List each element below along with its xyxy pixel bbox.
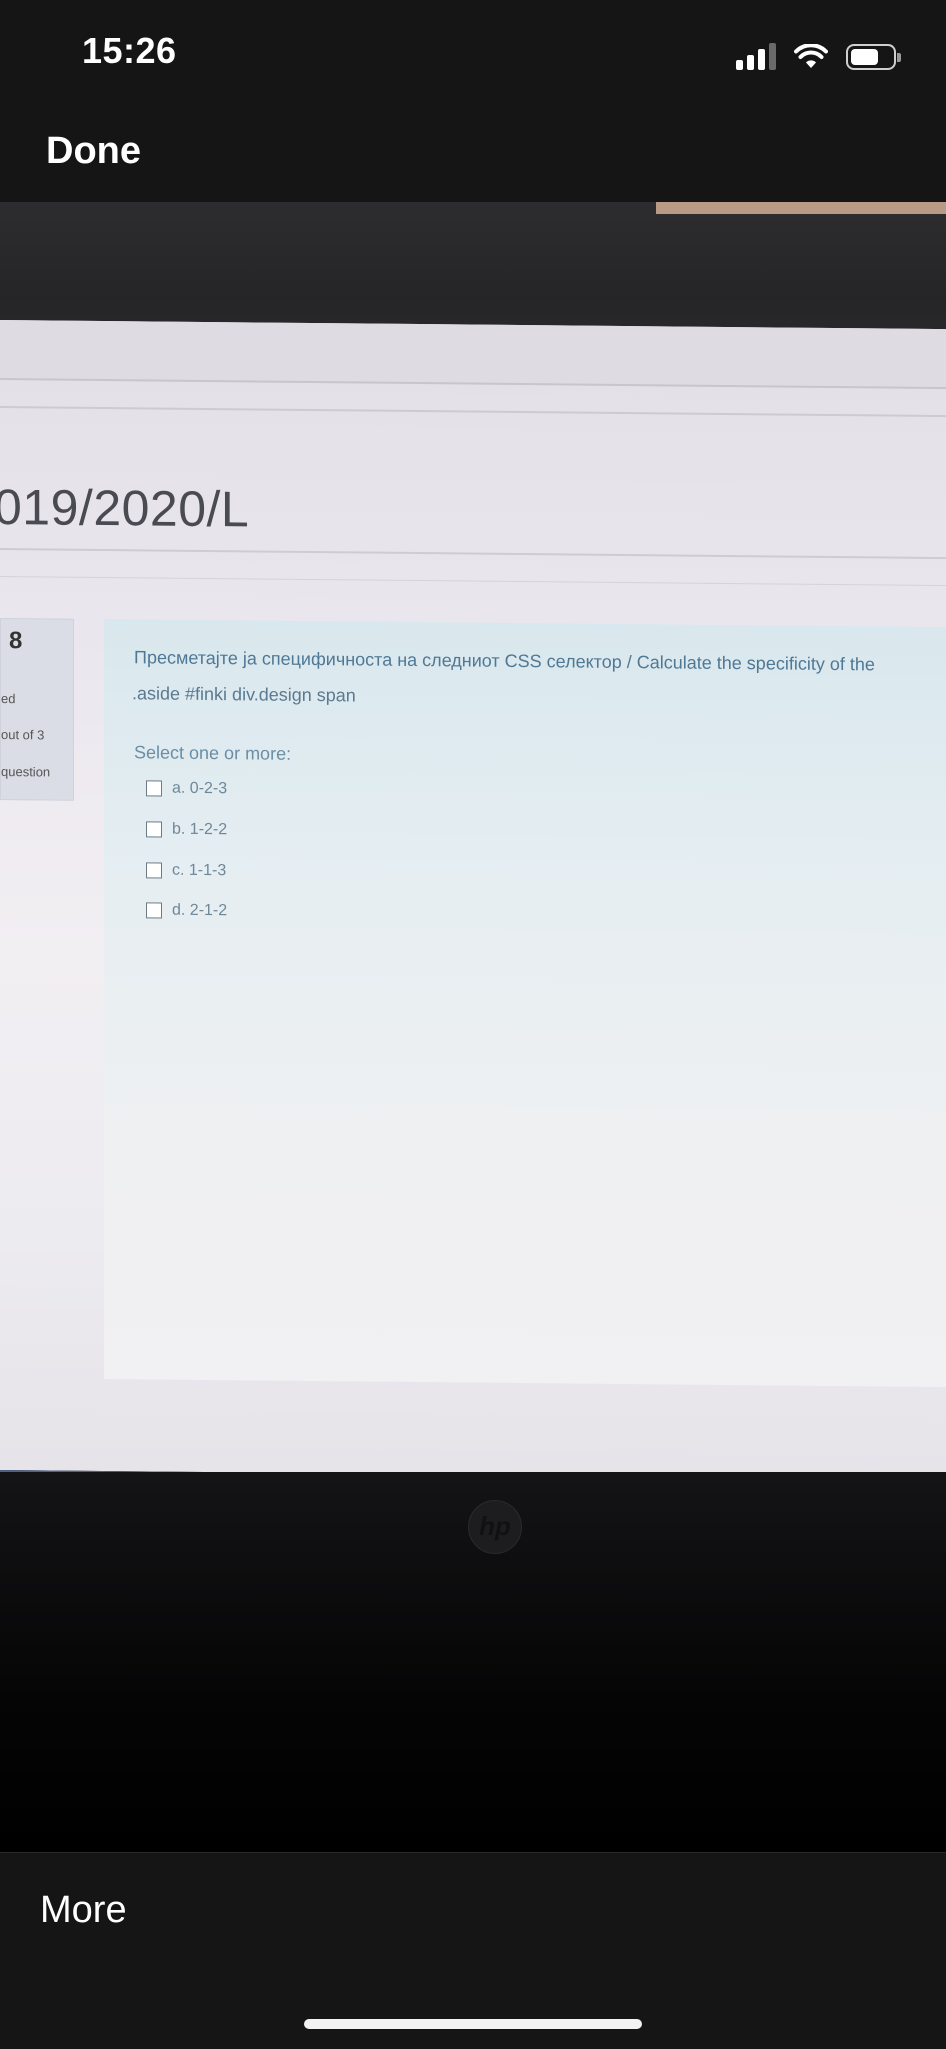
laptop-screen: 019/2020/L 8 ed out of 3 question Пресме…	[0, 320, 946, 1554]
checkbox-icon	[146, 862, 162, 879]
question-status: ed	[1, 691, 16, 707]
bottom-toolbar: More	[0, 1852, 946, 2049]
home-indicator[interactable]	[304, 2019, 642, 2029]
checkbox-icon	[146, 780, 162, 797]
answer-option: b. 1-2-2	[146, 820, 227, 839]
battery-icon	[846, 44, 901, 70]
done-button[interactable]: Done	[46, 130, 141, 173]
status-time: 15:26	[82, 30, 177, 71]
status-bar: 15:26	[0, 0, 946, 100]
answer-option: c. 1-1-3	[146, 861, 226, 880]
nav-bar: Done	[0, 100, 946, 203]
css-selector-text: .aside #finki div.design span	[132, 683, 356, 706]
course-title: 019/2020/L	[0, 478, 250, 538]
question-info-panel: 8 ed out of 3 question	[0, 618, 74, 801]
cellular-signal-icon	[736, 42, 776, 70]
battery-level	[851, 49, 878, 65]
question-box: Пресметајте ја специфичноста на следниот…	[104, 618, 946, 1388]
flag-question-link: question	[1, 764, 51, 780]
laptop-body: hp	[0, 1472, 946, 1852]
option-label: c. 1-1-3	[172, 861, 227, 880]
status-icons	[736, 36, 901, 70]
checkbox-icon	[146, 821, 162, 838]
hp-logo: hp	[468, 1500, 522, 1554]
option-label: b. 1-2-2	[172, 820, 228, 839]
checkbox-icon	[146, 902, 162, 919]
wifi-icon	[794, 44, 828, 68]
photo-view: 019/2020/L 8 ed out of 3 question Пресме…	[0, 202, 946, 1852]
question-text: Пресметајте ја специфичноста на следниот…	[134, 647, 875, 675]
answer-option: a. 0-2-3	[146, 779, 227, 798]
select-prompt: Select one or more:	[134, 742, 292, 764]
background-edge	[656, 202, 946, 214]
option-label: a. 0-2-3	[172, 779, 228, 798]
more-button[interactable]: More	[40, 1889, 127, 1932]
answer-option: d. 2-1-2	[146, 901, 227, 920]
question-marks: out of 3	[1, 727, 45, 743]
option-label: d. 2-1-2	[172, 901, 228, 920]
question-number: 8	[9, 627, 23, 655]
